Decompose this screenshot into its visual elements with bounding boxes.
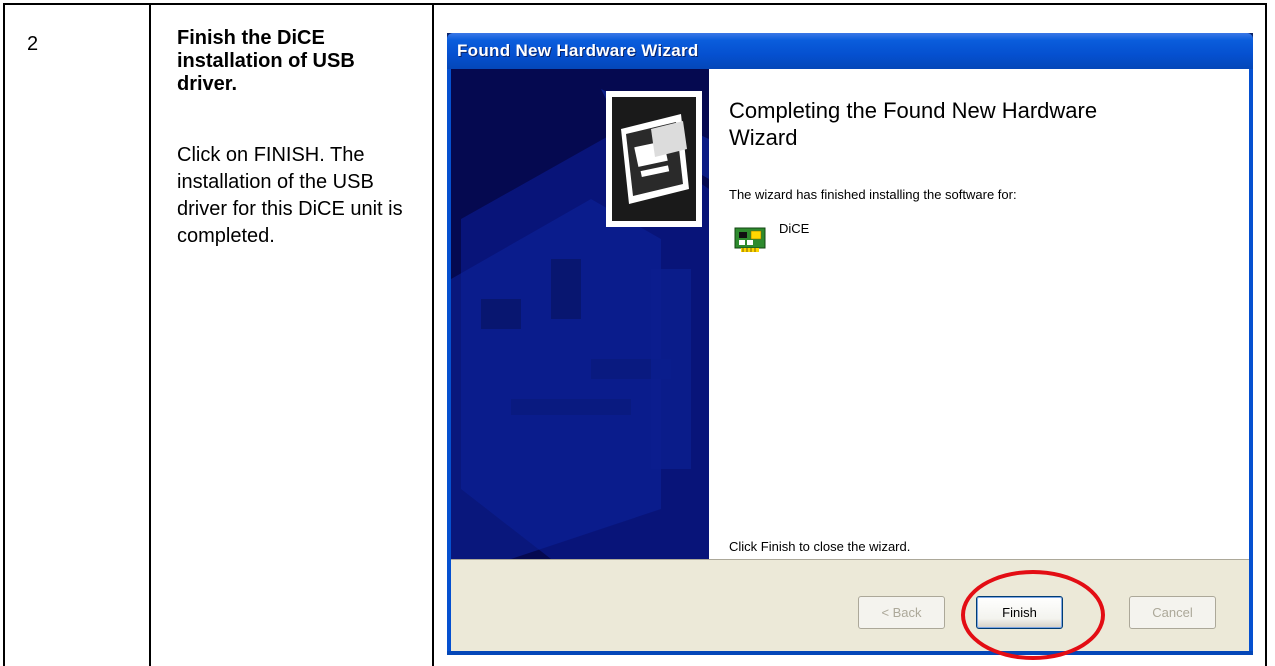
- finish-button[interactable]: Finish: [976, 596, 1063, 629]
- wizard-heading: Completing the Found New Hardware Wizard: [729, 98, 1098, 150]
- step-number: 2: [27, 33, 39, 55]
- window-titlebar[interactable]: Found New Hardware Wizard: [447, 33, 1253, 69]
- window-frame: [1249, 69, 1253, 655]
- table-left-border: [3, 3, 5, 666]
- hardware-icon: [606, 91, 702, 227]
- window-title: Found New Hardware Wizard: [457, 41, 699, 60]
- table-column-divider: [432, 3, 434, 666]
- window-frame: [447, 651, 1253, 655]
- device-name: DiCE: [779, 221, 810, 236]
- table-column-divider: [149, 3, 151, 666]
- wizard-button-bar: < Back Finish Cancel: [451, 559, 1249, 651]
- back-button[interactable]: < Back: [858, 596, 945, 629]
- wizard-side-banner: [451, 69, 709, 559]
- step-description: Click on FINISH. The installation of the…: [177, 144, 403, 247]
- wizard-subtext: The wizard has finished installing the s…: [729, 187, 1017, 202]
- table-right-border: [1265, 3, 1267, 666]
- table-top-border: [3, 3, 1266, 5]
- close-instruction: Click Finish to close the wizard.: [729, 539, 911, 554]
- circuit-board-icon: [733, 224, 767, 254]
- cancel-button[interactable]: Cancel: [1129, 596, 1216, 629]
- step-title: Finish the DiCE installation of USB driv…: [177, 27, 355, 95]
- wizard-window: Found New Hardware Wizard Completing the…: [447, 33, 1253, 655]
- wizard-content: Completing the Found New Hardware Wizard…: [709, 69, 1249, 559]
- hardware-banner-graphic: [451, 89, 709, 559]
